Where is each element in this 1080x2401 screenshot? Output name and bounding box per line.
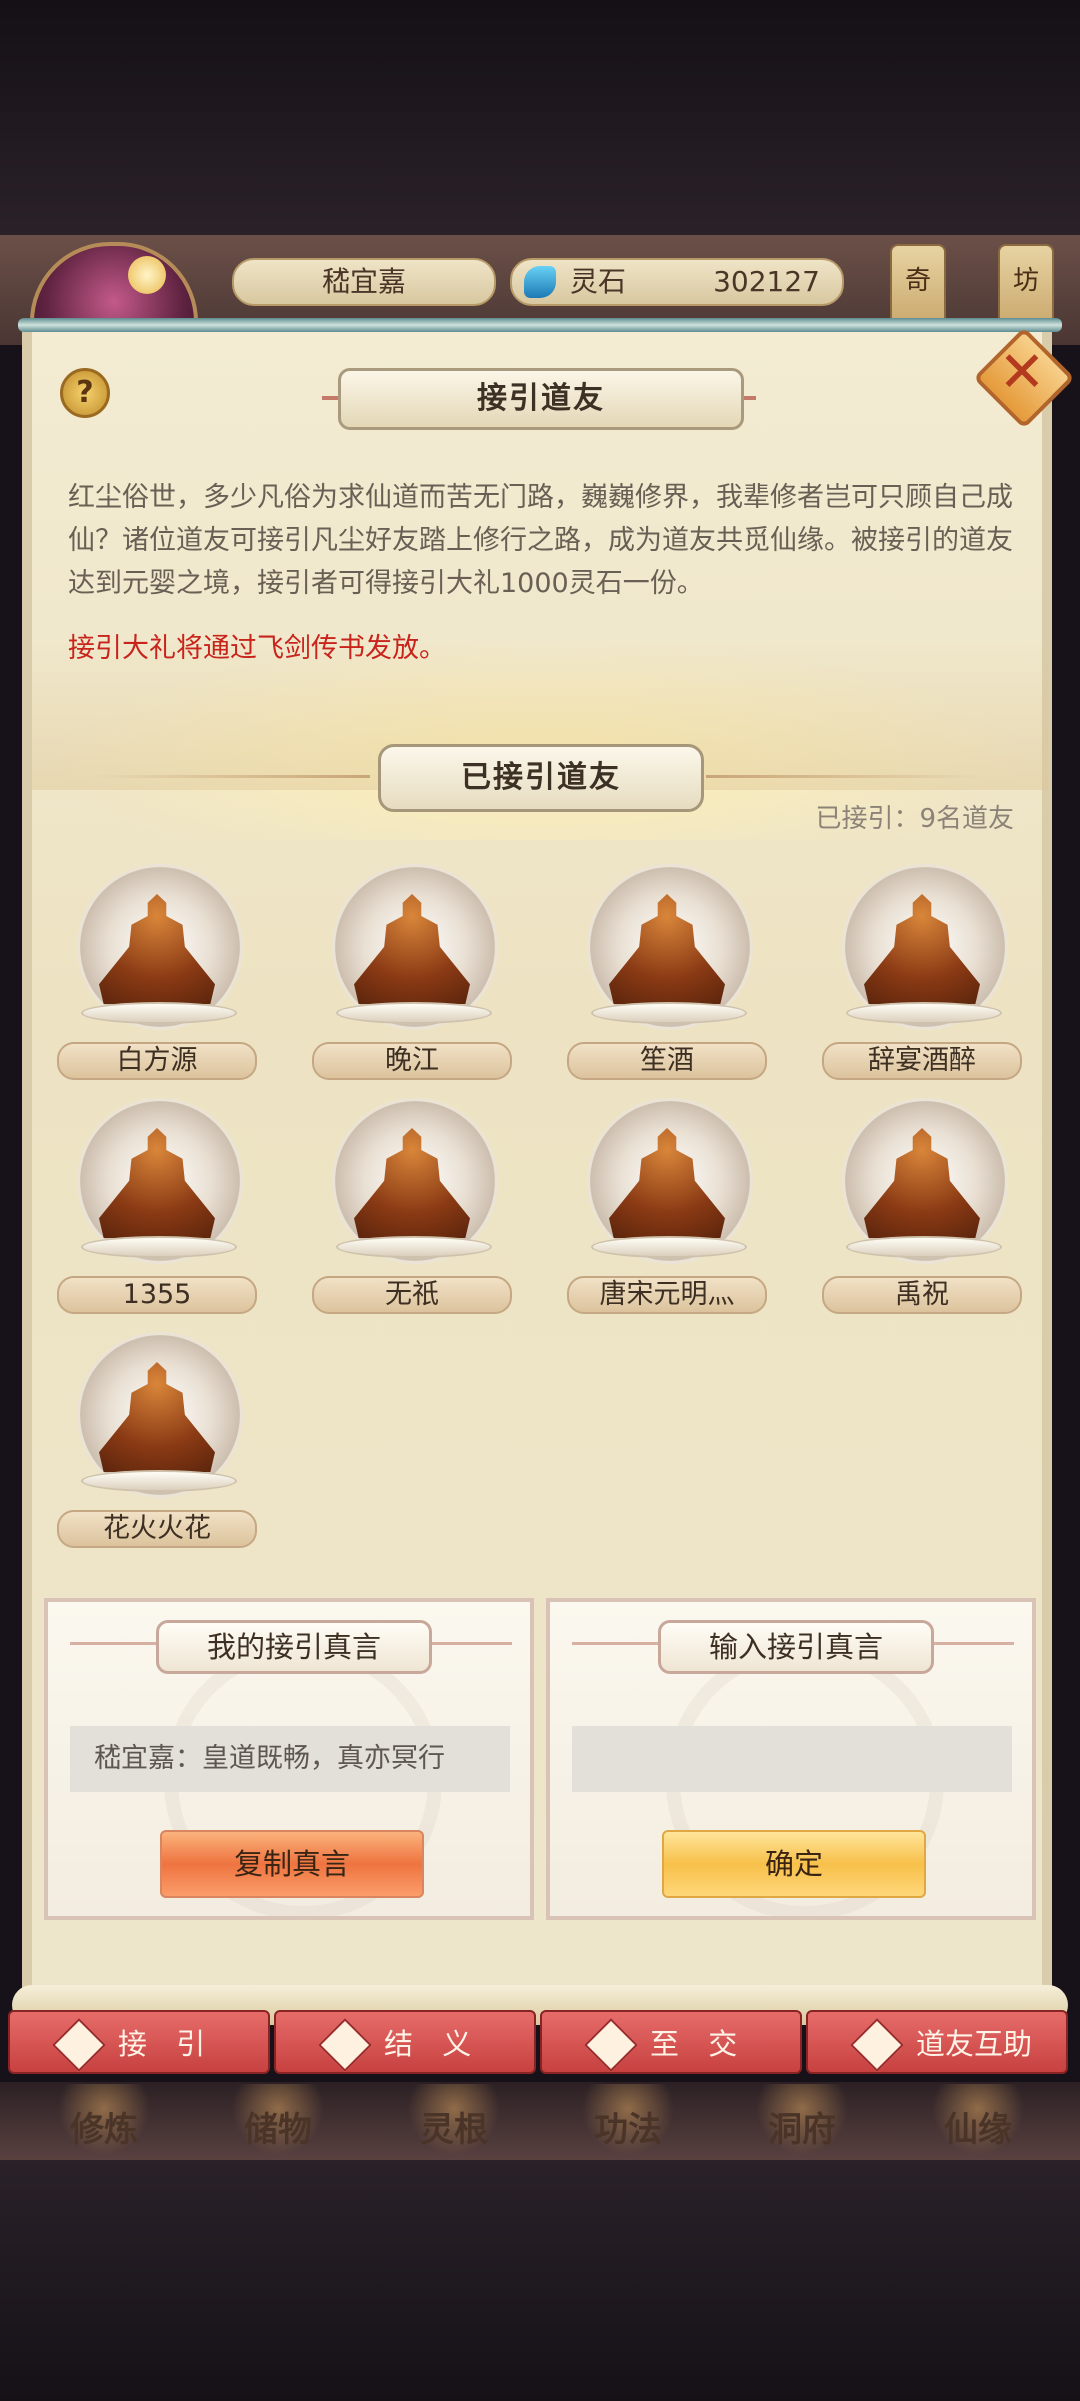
friend-item[interactable]: 晚江: [312, 864, 512, 1084]
copy-code-button[interactable]: 复制真言: [160, 1830, 424, 1898]
nav-cultivate[interactable]: 修炼: [34, 2084, 174, 2154]
scroll-top-rod: [18, 318, 1062, 332]
section-line-left: [90, 775, 370, 778]
my-code-title: 我的接引真言: [156, 1620, 432, 1674]
invite-count: 已接引：9名道友: [815, 804, 1014, 834]
sworn-icon: [318, 2018, 372, 2072]
friend-name: 1355: [57, 1276, 257, 1314]
close-icon[interactable]: ✕: [990, 338, 1054, 408]
top-dark-area: [0, 0, 1080, 240]
friend-item[interactable]: 唐宋元明灬: [567, 1098, 767, 1318]
confirm-button[interactable]: 确定: [662, 1830, 926, 1898]
pedestal: [81, 1002, 237, 1024]
friend-item[interactable]: 辞宴酒醉: [822, 864, 1022, 1084]
friend-name: 辞宴酒醉: [822, 1042, 1022, 1080]
bottom-dark-area: [0, 2160, 1080, 2401]
my-code-text: 嵇宜嘉：皇道既畅，真亦冥行: [70, 1726, 510, 1792]
currency-display: 灵石 302127: [510, 258, 844, 306]
pedestal: [81, 1470, 237, 1492]
input-invite-code-card: 输入接引真言 确定: [546, 1598, 1036, 1920]
tab-sworn[interactable]: 结 义: [274, 2010, 536, 2074]
nav-fate[interactable]: 仙缘: [908, 2084, 1048, 2154]
card-line-left: [70, 1642, 170, 1645]
friend-item[interactable]: 白方源: [57, 864, 257, 1084]
nav-storage[interactable]: 储物: [208, 2084, 348, 2154]
section-title: 已接引道友: [378, 744, 704, 812]
nav-spirit-root[interactable]: 灵根: [384, 2084, 524, 2154]
invite-icon: [52, 2018, 106, 2072]
mutual-help-icon: [850, 2018, 904, 2072]
nav-cave[interactable]: 洞府: [732, 2084, 872, 2154]
dialog-title: 接引道友: [338, 368, 744, 430]
section-line-right: [706, 775, 986, 778]
tab-bar: 接 引 结 义 至 交 道友互助: [8, 2010, 1072, 2078]
friend-item[interactable]: 禹祝: [822, 1098, 1022, 1318]
pedestal: [591, 1002, 747, 1024]
friend-item[interactable]: 花火火花: [57, 1332, 257, 1552]
friend-name: 花火火花: [57, 1510, 257, 1548]
flower-icon: [128, 256, 166, 294]
pedestal: [336, 1236, 492, 1258]
card-line-left: [572, 1642, 672, 1645]
input-code-title: 输入接引真言: [658, 1620, 934, 1674]
notice-text: 接引大礼将通过飞剑传书发放。: [68, 633, 446, 664]
pedestal: [81, 1236, 237, 1258]
pedestal: [846, 1002, 1002, 1024]
friend-name: 无祇: [312, 1276, 512, 1314]
tab-invite[interactable]: 接 引: [8, 2010, 270, 2074]
friend-item[interactable]: 1355: [57, 1098, 257, 1318]
invite-code-input[interactable]: [572, 1726, 1012, 1792]
pedestal: [591, 1236, 747, 1258]
friend-item[interactable]: 无祇: [312, 1098, 512, 1318]
tab-close-friend[interactable]: 至 交: [540, 2010, 802, 2074]
pedestal: [336, 1002, 492, 1024]
friend-item[interactable]: 笙酒: [567, 864, 767, 1084]
currency-value: 302127: [713, 265, 820, 298]
currency-label: 灵石: [570, 265, 627, 298]
spirit-stone-icon: [524, 266, 556, 298]
my-invite-code-card: 我的接引真言 嵇宜嘉：皇道既畅，真亦冥行 复制真言: [44, 1598, 534, 1920]
tab-mutual-help[interactable]: 道友互助: [806, 2010, 1068, 2074]
friend-name: 白方源: [57, 1042, 257, 1080]
friend-name: 禹祝: [822, 1276, 1022, 1314]
pedestal: [846, 1236, 1002, 1258]
player-name: 嵇宜嘉: [232, 258, 496, 306]
nav-skills[interactable]: 功法: [558, 2084, 698, 2154]
intro-text: 红尘俗世，多少凡俗为求仙道而苦无门路，巍巍修界，我辈修者岂可只顾自己成仙？诸位道…: [68, 482, 1013, 599]
friend-name: 唐宋元明灬: [567, 1276, 767, 1314]
friend-name: 晚江: [312, 1042, 512, 1080]
friend-name: 笙酒: [567, 1042, 767, 1080]
help-button[interactable]: ?: [60, 368, 110, 418]
close-friend-icon: [584, 2018, 638, 2072]
